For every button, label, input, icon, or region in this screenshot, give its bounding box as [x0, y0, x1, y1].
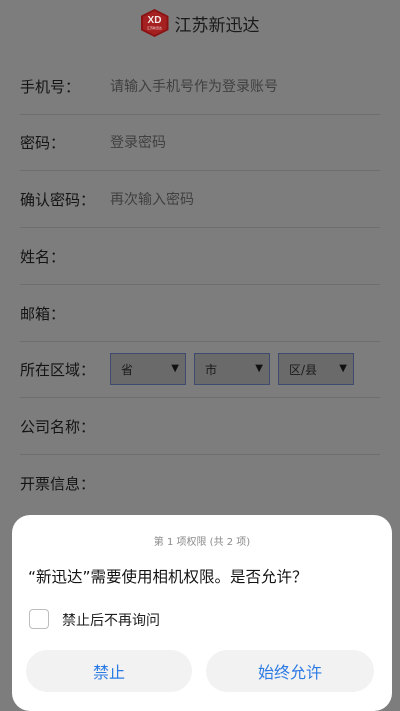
deny-button[interactable]: 禁止	[26, 650, 192, 692]
district-select-value: 区/县	[289, 362, 318, 377]
city-select-value: 市	[205, 362, 218, 377]
district-select[interactable]: 区/县 ▼	[278, 353, 354, 385]
phone-field-row[interactable]: 手机号： 请输入手机号作为登录账号	[20, 58, 380, 115]
company-label: 公司名称：	[20, 417, 96, 436]
phone-input[interactable]: 请输入手机号作为登录账号	[110, 76, 278, 96]
app-header: XD 江苏新迅达 江苏新迅达	[0, 0, 400, 46]
invoice-label: 开票信息：	[20, 474, 96, 493]
xd-logo-icon: XD 江苏新迅达	[140, 9, 169, 37]
password-label: 密码：	[20, 133, 66, 152]
name-label: 姓名：	[20, 247, 66, 266]
dropdown-arrow-icon: ▼	[255, 363, 263, 374]
logo-text: XD	[147, 15, 162, 26]
dropdown-arrow-icon: ▼	[171, 363, 179, 374]
brand-name: 江苏新迅达	[174, 15, 260, 36]
always-allow-button[interactable]: 始终允许	[206, 650, 374, 692]
province-select[interactable]: 省 ▼	[110, 353, 186, 385]
company-field-row[interactable]: 公司名称：	[20, 398, 380, 455]
phone-label: 手机号：	[20, 77, 81, 96]
city-select[interactable]: 市 ▼	[194, 353, 270, 385]
confirm-password-label: 确认密码：	[20, 190, 96, 209]
logo-subtext: 江苏新迅达	[146, 26, 162, 30]
permission-question: “新迅达”需要使用相机权限。是否允许？	[28, 568, 308, 586]
dont-ask-again-label[interactable]: 禁止后不再询问	[62, 610, 160, 630]
name-field-row[interactable]: 姓名：	[20, 228, 380, 285]
permission-dialog: 第 1 项权限 (共 2 项) “新迅达”需要使用相机权限。是否允许？ 禁止后不…	[12, 515, 392, 711]
invoice-field-row[interactable]: 开票信息：	[20, 455, 380, 511]
province-select-value: 省	[121, 362, 134, 377]
email-label: 邮箱：	[20, 304, 66, 323]
dropdown-arrow-icon: ▼	[339, 363, 347, 374]
confirm-password-field-row[interactable]: 确认密码： 再次输入密码	[20, 171, 380, 228]
confirm-password-input[interactable]: 再次输入密码	[110, 189, 194, 209]
email-field-row[interactable]: 邮箱：	[20, 285, 380, 342]
password-field-row[interactable]: 密码： 登录密码	[20, 114, 380, 171]
dont-ask-again-checkbox[interactable]	[29, 609, 49, 629]
permission-counter: 第 1 项权限 (共 2 项)	[153, 537, 251, 548]
password-input[interactable]: 登录密码	[110, 132, 166, 152]
region-field-row: 所在区域： 省 ▼ 市 ▼ 区/县 ▼	[20, 341, 380, 398]
region-label: 所在区域：	[20, 360, 96, 379]
